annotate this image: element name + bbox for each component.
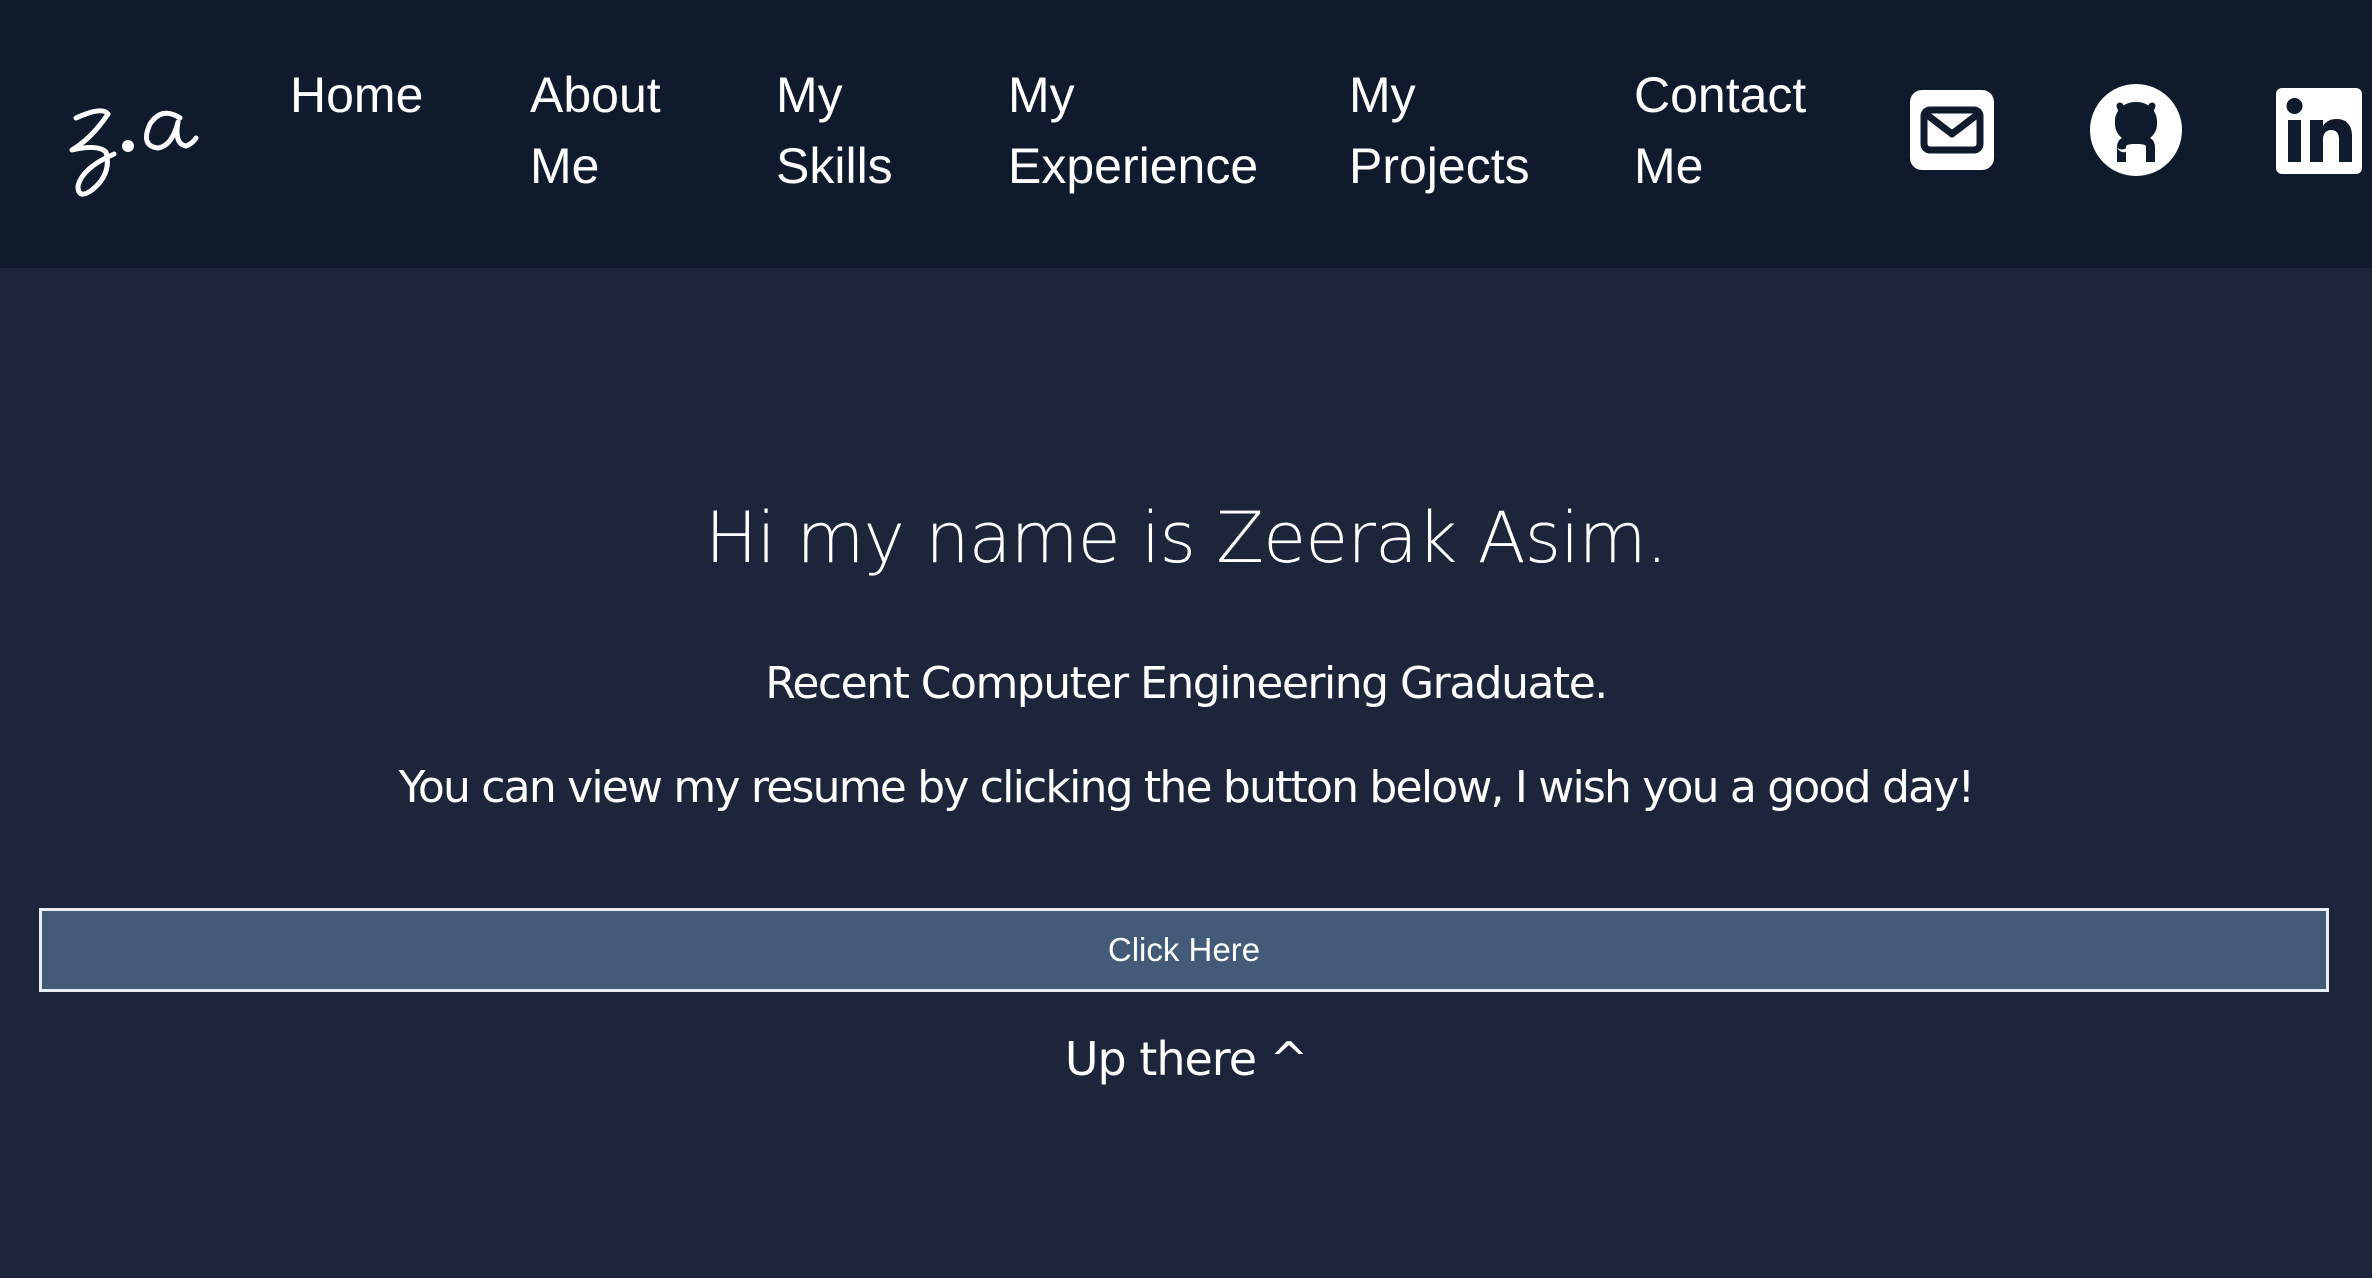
nav-about-label-2: Me bbox=[530, 138, 600, 194]
hero-section: Hi my name is Zeerak Asim. Recent Comput… bbox=[0, 268, 2372, 1278]
mail-icon bbox=[1910, 90, 1994, 170]
hero-note: Up there ^ bbox=[1064, 1032, 1308, 1086]
brand-logo[interactable] bbox=[62, 78, 202, 208]
nav-experience-label: My bbox=[1008, 67, 1075, 123]
nav-contact-me[interactable]: Contact Me bbox=[1634, 60, 1806, 202]
nav-experience-label-2: Experience bbox=[1008, 138, 1259, 194]
hero-subtitle: Recent Computer Engineering Graduate. bbox=[765, 658, 1608, 709]
nav-home-label: Home bbox=[290, 67, 424, 123]
nav-my-projects[interactable]: My Projects bbox=[1349, 60, 1530, 202]
nav-projects-label: My bbox=[1349, 67, 1416, 123]
github-link[interactable] bbox=[2088, 82, 2184, 178]
nav-home[interactable]: Home bbox=[290, 60, 423, 131]
nav-skills-label-2: Skills bbox=[776, 138, 893, 194]
signature-logo-icon bbox=[69, 108, 199, 197]
resume-button[interactable]: Click Here bbox=[39, 908, 2329, 992]
linkedin-icon bbox=[2276, 88, 2362, 174]
nav-about-me[interactable]: About Me bbox=[530, 60, 661, 202]
hero-title: Hi my name is Zeerak Asim. bbox=[705, 497, 1668, 579]
linkedin-link[interactable] bbox=[2274, 86, 2364, 176]
nav-contact-label: Contact bbox=[1634, 67, 1807, 123]
nav-my-experience[interactable]: My Experience bbox=[1008, 60, 1258, 202]
nav-my-skills[interactable]: My Skills bbox=[776, 60, 893, 202]
nav-contact-label-2: Me bbox=[1634, 138, 1704, 194]
nav-about-label: About bbox=[530, 67, 661, 123]
hero-description: You can view my resume by clicking the b… bbox=[398, 762, 1975, 813]
nav-projects-label-2: Projects bbox=[1349, 138, 1530, 194]
email-link[interactable] bbox=[1904, 82, 2000, 178]
github-icon bbox=[2090, 84, 2182, 176]
nav-skills-label: My bbox=[776, 67, 843, 123]
navbar: Home About Me My Skills My Experience My… bbox=[0, 0, 2372, 268]
